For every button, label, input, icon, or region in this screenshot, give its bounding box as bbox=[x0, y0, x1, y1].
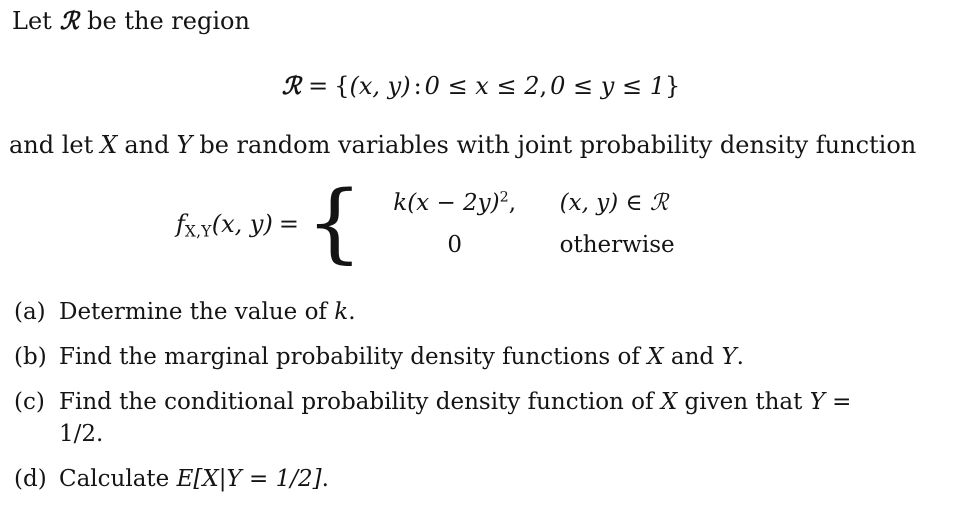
question-text: Calculate E[X|Y = 1/2]. bbox=[59, 463, 942, 495]
piecewise-brace: { bbox=[305, 173, 364, 273]
case-condition: otherwise bbox=[559, 232, 675, 258]
piecewise-row: k(x − 2y)2, (x, y) ∈ ℛ bbox=[366, 182, 675, 224]
question-line: Find the marginal probability density fu… bbox=[59, 344, 744, 370]
pdf-function-name: f bbox=[176, 210, 185, 238]
variable-x: X bbox=[100, 131, 118, 159]
question-line: Find the conditional probability density… bbox=[59, 389, 852, 415]
question-label: (b) bbox=[14, 344, 47, 370]
document-page: Let ℛbe the region ℛ = {(x, y):0 ≤ x ≤ 2, 0 … bbox=[0, 0, 961, 507]
question-item-a: (a) Determine the value of k. bbox=[12, 296, 942, 328]
case-value: k(x − 2y)2, bbox=[366, 182, 544, 224]
question-text: Find the conditional probability density… bbox=[59, 386, 942, 450]
question-line: Calculate E[X|Y = 1/2]. bbox=[59, 466, 329, 492]
question-item-c: (c) Find the conditional probability den… bbox=[12, 386, 942, 450]
pdf-subscript: X,Y bbox=[184, 222, 212, 241]
joint-pdf-definition: fX,Y(x, y) = { k(x − 2y)2, (x, y) ∈ ℛ 0 o… bbox=[176, 173, 675, 273]
pdf-left-hand-side: fX,Y(x, y) = bbox=[176, 210, 307, 241]
colon-separator: : bbox=[413, 72, 422, 100]
case-condition: (x, y) ∈ ℛ bbox=[559, 190, 669, 216]
case-value: 0 bbox=[447, 232, 462, 258]
question-line: Determine the value of k. bbox=[59, 299, 356, 325]
close-brace: } bbox=[664, 72, 681, 100]
open-brace: { bbox=[334, 72, 350, 100]
question-label: (d) bbox=[14, 466, 47, 492]
rv-text-part1: and let bbox=[9, 131, 94, 159]
question-text: Determine the value of k. bbox=[59, 296, 942, 328]
intro-text-after: be the region bbox=[87, 7, 250, 35]
rv-text-part2: and bbox=[124, 131, 170, 159]
question-item-d: (d) Calculate E[X|Y = 1/2]. bbox=[12, 463, 942, 495]
question-label: (a) bbox=[14, 299, 46, 325]
pdf-equals-sign: = bbox=[278, 210, 299, 238]
piecewise-row: 0 otherwise bbox=[366, 224, 675, 266]
equals-sign: = bbox=[308, 72, 329, 100]
bounds-comma: , bbox=[539, 72, 548, 100]
case-value-prefix: k(x − 2y) bbox=[393, 190, 500, 216]
case-value-exponent: 2 bbox=[499, 189, 509, 206]
question-label: (c) bbox=[14, 389, 45, 415]
pdf-arguments: (x, y) bbox=[211, 210, 273, 238]
case-value-suffix: , bbox=[508, 190, 517, 216]
intro-text-before: Let bbox=[12, 7, 52, 35]
rv-text-part3: be random variables with joint probabili… bbox=[199, 131, 917, 159]
variable-y: Y bbox=[176, 131, 193, 159]
intro-sentence: Let ℛbe the region bbox=[12, 6, 250, 36]
x-bounds: 0 ≤ x ≤ 2 bbox=[424, 72, 540, 100]
y-bounds: 0 ≤ y ≤ 1 bbox=[550, 72, 665, 100]
question-text: Find the marginal probability density fu… bbox=[59, 341, 942, 373]
question-item-b: (b) Find the marginal probability densit… bbox=[12, 341, 942, 373]
question-list: (a) Determine the value of k. (b) Find t… bbox=[12, 296, 942, 508]
region-symbol-inline: ℛ bbox=[59, 6, 80, 35]
question-line: 1/2. bbox=[59, 421, 104, 447]
random-variable-sentence: and let Xand Ybe random variables with joi… bbox=[9, 130, 916, 160]
region-definition-equation: ℛ = {(x, y):0 ≤ x ≤ 2, 0 ≤ y ≤ 1} bbox=[0, 70, 961, 102]
coordinate-tuple: (x, y) bbox=[349, 72, 411, 100]
region-symbol: ℛ bbox=[281, 71, 302, 100]
piecewise-cases: k(x − 2y)2, (x, y) ∈ ℛ 0 otherwise bbox=[366, 182, 675, 266]
